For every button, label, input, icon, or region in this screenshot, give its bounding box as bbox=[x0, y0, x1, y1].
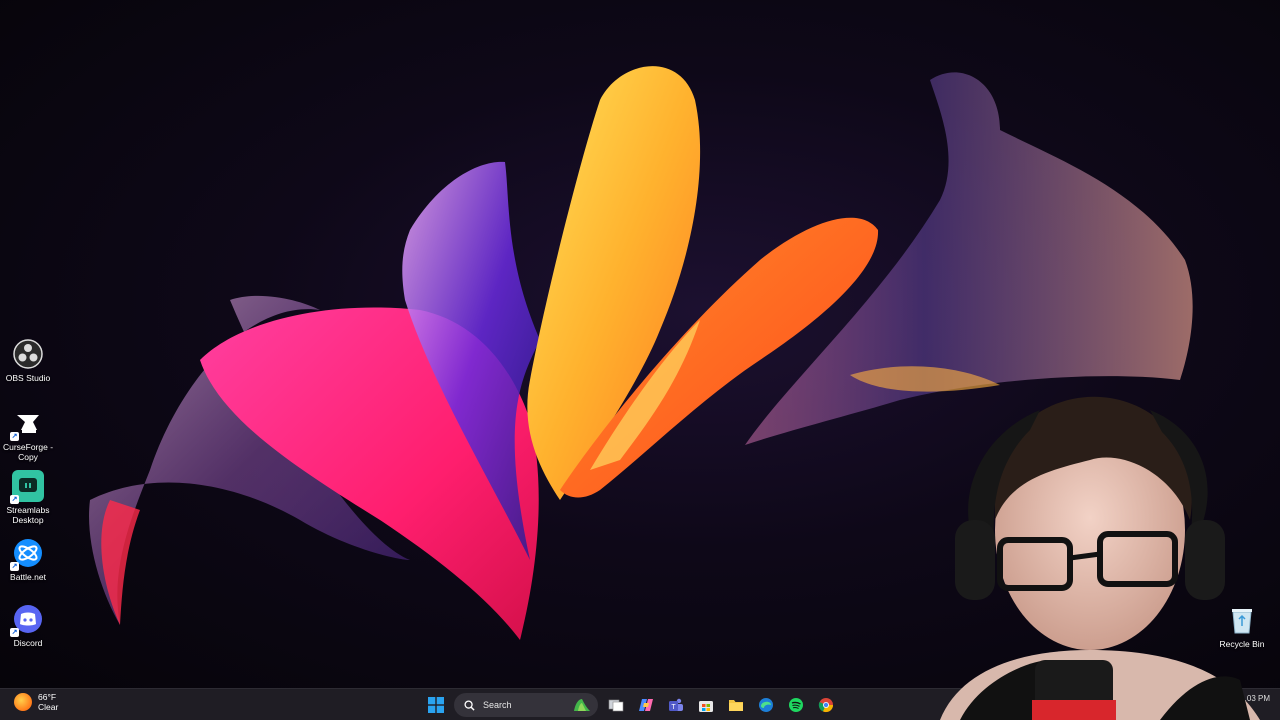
shortcut-arrow-icon: ↗ bbox=[10, 628, 19, 637]
store-icon bbox=[699, 701, 713, 712]
desktop-icon-label: Discord bbox=[13, 638, 43, 648]
shortcut-arrow-icon: ↗ bbox=[10, 495, 19, 504]
start-icon bbox=[428, 697, 444, 713]
teams-button[interactable]: T bbox=[664, 693, 688, 717]
search-icon bbox=[464, 699, 475, 711]
search-input[interactable]: Search bbox=[454, 693, 598, 717]
chrome-button[interactable] bbox=[814, 693, 838, 717]
edge-icon bbox=[759, 698, 773, 712]
desktop-icon-label: OBS Studio bbox=[5, 373, 51, 383]
weather-temp: 66°F bbox=[38, 692, 57, 702]
edge-button[interactable] bbox=[754, 693, 778, 717]
folder-icon bbox=[729, 700, 743, 711]
discord-icon: ↗ bbox=[10, 603, 44, 637]
webcam-overlay bbox=[900, 370, 1280, 720]
store-button[interactable] bbox=[694, 693, 718, 717]
weather-widget[interactable]: 66°F Clear bbox=[14, 692, 58, 712]
desktop-icon-label: Battle.net bbox=[10, 572, 46, 582]
shortcut-arrow-icon: ↗ bbox=[10, 432, 19, 441]
shortcut-arrow-icon: ↗ bbox=[10, 562, 19, 571]
streamer-image bbox=[940, 396, 1260, 720]
search-highlight-icon bbox=[574, 699, 590, 711]
copilot-button[interactable] bbox=[634, 693, 658, 717]
task-view-icon bbox=[608, 699, 624, 712]
chrome-icon bbox=[818, 698, 834, 713]
file-explorer-button[interactable] bbox=[724, 693, 748, 717]
battlenet-icon: ↗ bbox=[10, 537, 44, 571]
streamlabs-icon: ↗ bbox=[10, 470, 44, 504]
task-view-button[interactable] bbox=[604, 693, 628, 717]
sun-icon bbox=[14, 693, 32, 711]
spotify-icon bbox=[789, 698, 803, 712]
desktop-icon-obs-studio[interactable]: OBS Studio bbox=[0, 338, 56, 383]
teams-icon: T bbox=[669, 698, 683, 711]
desktop-icon-streamlabs[interactable]: ↗ Streamlabs Desktop bbox=[0, 470, 56, 525]
desktop-icon-discord[interactable]: ↗ Discord bbox=[0, 603, 56, 648]
curseforge-icon: ↗ bbox=[10, 407, 44, 441]
obs-icon bbox=[12, 338, 44, 370]
svg-text:T: T bbox=[671, 704, 676, 711]
desktop-icon-label: CurseForge - Copy bbox=[2, 442, 54, 462]
spotify-button[interactable] bbox=[784, 693, 808, 717]
search-placeholder: Search bbox=[483, 700, 512, 710]
desktop-icon-battlenet[interactable]: ↗ Battle.net bbox=[0, 537, 56, 582]
copilot-icon bbox=[639, 699, 653, 711]
desktop-icon-curseforge[interactable]: ↗ CurseForge - Copy bbox=[0, 407, 56, 462]
desktop-icon-label: Streamlabs Desktop bbox=[6, 505, 50, 525]
start-button[interactable] bbox=[424, 693, 448, 717]
weather-condition: Clear bbox=[38, 702, 59, 712]
